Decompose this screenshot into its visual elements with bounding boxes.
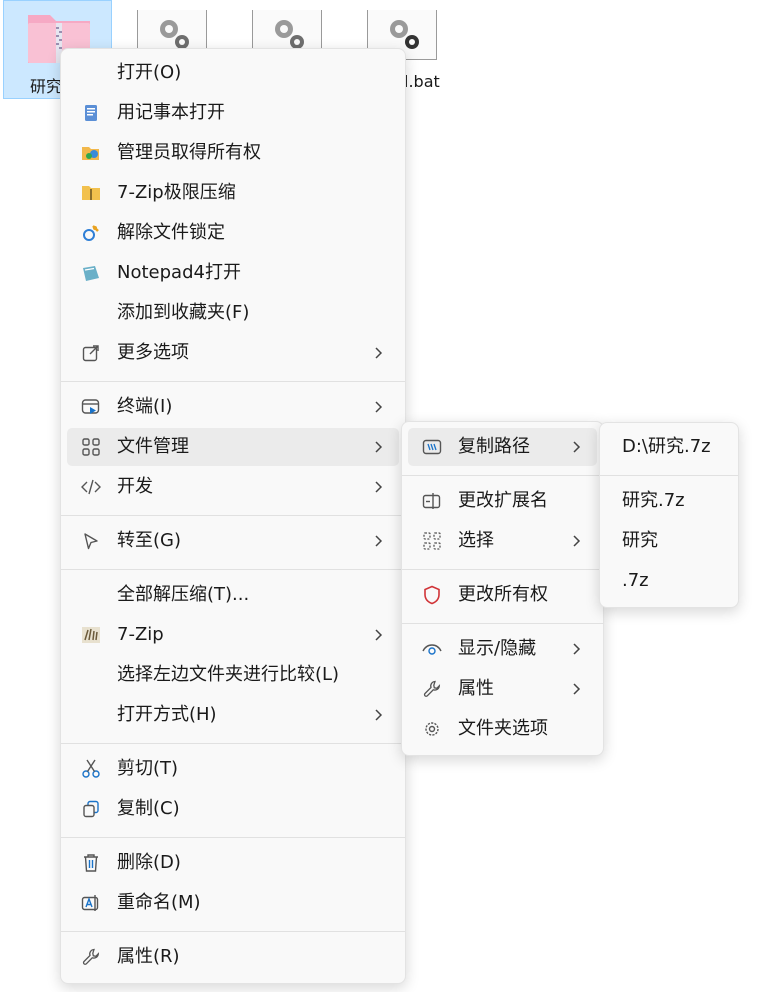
chevron-right-icon: [573, 643, 581, 655]
separator: [600, 475, 738, 476]
chevron-right-icon: [375, 441, 383, 453]
copy-icon: [81, 799, 101, 819]
submenu-item-change-ownership[interactable]: 更改所有权: [408, 576, 597, 614]
menu-item-properties[interactable]: 属性(R): [67, 938, 399, 976]
submenu-item-properties[interactable]: 属性: [408, 670, 597, 708]
scissors-icon: [81, 759, 101, 779]
submenu-item-change-extension[interactable]: 更改扩展名: [408, 482, 597, 520]
separator: [61, 381, 405, 382]
separator: [402, 475, 603, 476]
chevron-right-icon: [375, 347, 383, 359]
chevron-right-icon: [375, 401, 383, 413]
zip-archive-icon: [81, 183, 101, 203]
notepad-icon: [81, 103, 101, 123]
selected-file-label: 研究: [30, 77, 63, 96]
separator: [402, 569, 603, 570]
chevron-right-icon: [375, 629, 383, 641]
menu-item-develop[interactable]: 开发: [67, 468, 399, 506]
submenu-item-select[interactable]: 选择: [408, 522, 597, 560]
trash-icon: [81, 853, 101, 873]
menu-item-open-notepad[interactable]: 用记事本打开: [67, 94, 399, 132]
copy-path-filename[interactable]: 研究.7z: [606, 482, 732, 520]
copy-path-name-only[interactable]: 研究: [606, 522, 732, 560]
share-icon: [81, 343, 101, 363]
admin-ownership-icon: [81, 143, 101, 163]
shield-icon: [422, 585, 442, 605]
gear-file-icon: [160, 20, 189, 49]
menu-item-open-with[interactable]: 打开方式(H): [67, 696, 399, 734]
terminal-icon: [81, 397, 101, 417]
cursor-icon: [81, 531, 101, 551]
chevron-right-icon: [375, 709, 383, 721]
menu-item-terminal[interactable]: 终端(I): [67, 388, 399, 426]
menu-item-take-ownership[interactable]: 管理员取得所有权: [67, 134, 399, 172]
menu-item-goto[interactable]: 转至(G): [67, 522, 399, 560]
menu-item-file-management[interactable]: 文件管理: [67, 428, 399, 466]
chevron-right-icon: [375, 535, 383, 547]
gear-file-icon: [275, 20, 304, 49]
notepad4-icon: [81, 263, 101, 283]
menu-item-add-favorites[interactable]: 添加到收藏夹(F): [67, 294, 399, 332]
menu-item-7zip[interactable]: 7-Zip: [67, 616, 399, 654]
wrench-icon: [422, 679, 442, 699]
separator: [61, 515, 405, 516]
menu-item-copy[interactable]: 复制(C): [67, 790, 399, 828]
menu-item-cut[interactable]: 剪切(T): [67, 750, 399, 788]
select-icon: [422, 531, 442, 551]
separator: [61, 837, 405, 838]
grid-icon: [81, 437, 101, 457]
menu-item-compare-folder[interactable]: 选择左边文件夹进行比较(L): [67, 656, 399, 694]
menu-item-notepad4[interactable]: Notepad4打开: [67, 254, 399, 292]
wrench-icon: [81, 947, 101, 967]
separator: [61, 743, 405, 744]
separator: [61, 569, 405, 570]
menu-item-open[interactable]: 打开(O): [67, 54, 399, 92]
file-management-submenu: 复制路径 更改扩展名 选择 更改所有权 显示/隐藏 属性 文件夹选项: [401, 421, 604, 756]
menu-item-unlock[interactable]: 解除文件锁定: [67, 214, 399, 252]
copy-path-full[interactable]: D:\研究.7z: [606, 428, 732, 466]
gear-file-icon: [390, 20, 419, 49]
menu-item-delete[interactable]: 删除(D): [67, 844, 399, 882]
separator: [402, 623, 603, 624]
submenu-item-show-hide[interactable]: 显示/隐藏: [408, 630, 597, 668]
unlock-icon: [81, 223, 101, 243]
code-icon: [81, 477, 101, 497]
rename-ext-icon: [422, 491, 442, 511]
chevron-right-icon: [573, 683, 581, 695]
submenu-item-folder-options[interactable]: 文件夹选项: [408, 710, 597, 748]
eye-icon: [422, 639, 442, 659]
submenu-item-copy-path[interactable]: 复制路径: [408, 428, 597, 466]
chevron-right-icon: [573, 535, 581, 547]
gear-icon: [422, 719, 442, 739]
menu-item-more-options[interactable]: 更多选项: [67, 334, 399, 372]
bat-file-label: l.bat: [404, 72, 440, 91]
menu-item-extract-all[interactable]: 全部解压缩(T)...: [67, 576, 399, 614]
menu-item-rename[interactable]: 重命名(M): [67, 884, 399, 922]
chevron-right-icon: [573, 441, 581, 453]
menu-item-7zip-compress[interactable]: 7-Zip极限压缩: [67, 174, 399, 212]
copy-path-extension[interactable]: .7z: [606, 562, 732, 600]
context-menu: 打开(O) 用记事本打开 管理员取得所有权 7-Zip极限压缩 解除文件锁定 N…: [60, 48, 406, 984]
separator: [61, 931, 405, 932]
7zip-icon: [81, 625, 101, 645]
rename-icon: [81, 893, 101, 913]
path-icon: [422, 437, 442, 457]
chevron-right-icon: [375, 481, 383, 493]
copy-path-submenu: D:\研究.7z 研究.7z 研究 .7z: [599, 422, 739, 608]
